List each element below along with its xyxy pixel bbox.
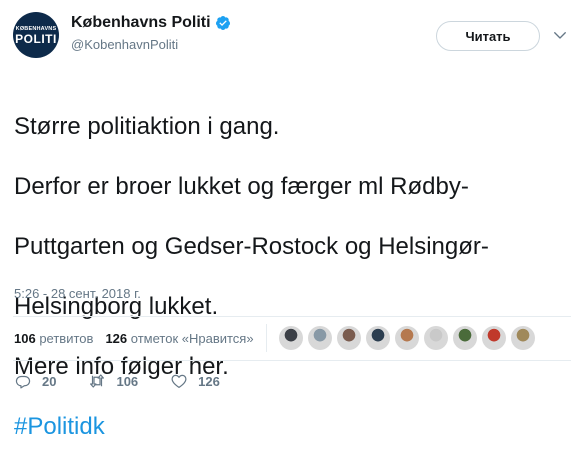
liker-avatar[interactable] [365,326,390,350]
retweets-stat[interactable]: 106 ретвитов [14,331,93,346]
retweet-icon [90,374,105,388]
heart-icon [171,374,187,388]
retweets-label: ретвитов [39,330,94,346]
liker-avatar[interactable] [423,326,448,350]
likes-count: 126 [105,330,128,346]
hashtag-link[interactable]: #Politidk [14,412,572,442]
tweet-text: Større politiaktion i gang. Derfor er br… [14,82,572,472]
retweets-count: 106 [14,330,36,346]
tweet-actions: 20 106 126 [14,372,252,390]
liker-avatar[interactable] [452,326,477,350]
tweet-card: KØBENHAVNS POLITI Københavns Politi @Kob… [0,0,584,440]
chevron-down-icon[interactable] [551,26,569,44]
divider [13,316,571,317]
liker-avatar[interactable] [394,326,419,350]
liker-avatar[interactable] [278,326,303,350]
follow-button[interactable]: Читать [436,21,540,51]
account-names: Københavns Politi @KobenhavnPoliti [71,14,231,52]
display-name[interactable]: Københavns Politi [71,14,211,32]
liker-avatar[interactable] [336,326,361,350]
retweet-action[interactable]: 106 [88,372,138,390]
tweet-line: Puttgarten og Gedser-Rostock og Helsingø… [14,233,489,260]
likers-avatars [278,326,540,350]
stats-separator [265,324,267,352]
reply-icon [15,375,31,389]
tweet-header: KØBENHAVNS POLITI Københavns Politi @Kob… [13,12,571,68]
liker-avatar[interactable] [510,326,535,350]
avatar[interactable]: KØBENHAVNS POLITI [13,12,59,58]
account-handle[interactable]: @KobenhavnPoliti [71,37,231,52]
divider [13,360,571,361]
reply-action[interactable]: 20 [14,372,56,390]
tweet-line: Derfor er broer lukket og færger ml Rødb… [14,173,469,200]
tweet-timestamp[interactable]: 5:26 - 28 сент. 2018 г. [14,286,141,301]
likes-label: отметок «Нравится» [130,330,254,346]
display-name-row[interactable]: Københavns Politi [71,14,231,32]
avatar-text-big: POLITI [15,31,57,46]
liker-avatar[interactable] [481,326,506,350]
verified-badge-icon [215,16,230,30]
tweet-stats: 106 ретвитов 126 отметок «Нравится» [14,322,572,354]
liker-avatar[interactable] [307,326,332,350]
likes-stat[interactable]: 126 отметок «Нравится» [105,331,253,346]
tweet-line: Større politiaktion i gang. [14,113,280,140]
like-action[interactable]: 126 [170,372,220,390]
retweet-count: 106 [116,373,139,389]
reply-count: 20 [42,373,57,389]
like-count: 126 [198,373,220,389]
